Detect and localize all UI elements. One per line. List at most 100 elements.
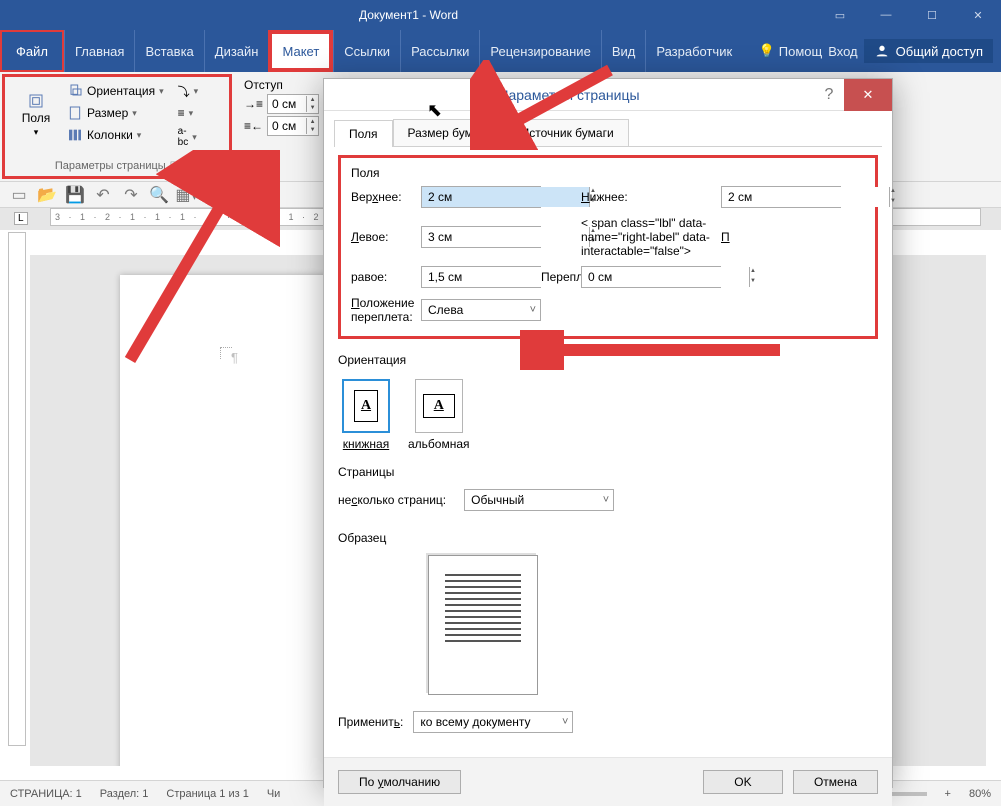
status-words[interactable]: Чи bbox=[267, 788, 280, 800]
gutter-pos-select[interactable]: Слева bbox=[421, 299, 541, 321]
vertical-ruler[interactable] bbox=[8, 232, 26, 746]
gutter-input[interactable]: ▲▼ bbox=[581, 266, 721, 288]
columns-icon bbox=[67, 127, 83, 143]
close-window-icon[interactable]: ✕ bbox=[955, 0, 1001, 30]
gutter-label: Переплет: bbox=[541, 270, 581, 284]
multiple-pages-value: Обычный bbox=[471, 493, 524, 507]
tab-review[interactable]: Рецензирование bbox=[479, 30, 600, 72]
dialog-titlebar[interactable]: Параметры страницы ? ✕ bbox=[324, 79, 892, 111]
portrait-option[interactable]: A книжная bbox=[342, 379, 390, 451]
margins-label: Поля bbox=[22, 111, 51, 125]
ok-button[interactable]: OK bbox=[703, 770, 783, 794]
table-icon[interactable]: ▦▾ bbox=[178, 186, 196, 204]
indent-right-input[interactable]: ▲▼ bbox=[267, 116, 319, 136]
tab-references[interactable]: Ссылки bbox=[333, 30, 400, 72]
page-setup-label: Параметры страницы bbox=[55, 160, 166, 172]
landscape-label: альбомная bbox=[408, 437, 470, 451]
indent-left-icon: →≡ bbox=[244, 97, 263, 111]
sign-in[interactable]: Вход bbox=[828, 44, 857, 59]
hyphenation-icon: a-bc bbox=[178, 126, 189, 148]
cursor-icon: ⬉ bbox=[427, 100, 442, 121]
tab-home[interactable]: Главная bbox=[64, 30, 134, 72]
picture-icon[interactable]: 🖼 bbox=[206, 186, 224, 204]
gutter-pos-value: Слева bbox=[428, 303, 463, 317]
breaks-button[interactable]: ⤵ bbox=[174, 81, 203, 102]
zoom-in[interactable]: + bbox=[945, 788, 951, 800]
tab-design[interactable]: Дизайн bbox=[204, 30, 269, 72]
file-tab[interactable]: Файл bbox=[0, 30, 64, 72]
zoom-level[interactable]: 80% bbox=[969, 788, 991, 800]
indent-label: Отступ bbox=[244, 78, 319, 92]
open-icon[interactable]: 📂 bbox=[38, 186, 56, 204]
indent-left-input[interactable]: ▲▼ bbox=[267, 94, 319, 114]
bottom-input[interactable]: ▲▼ bbox=[721, 186, 841, 208]
margins-button[interactable]: Поля▾ bbox=[11, 81, 61, 150]
tab-selector[interactable]: L bbox=[14, 212, 28, 225]
dialog-close-button[interactable]: ✕ bbox=[844, 79, 892, 111]
redo-icon[interactable]: ↷ bbox=[122, 186, 140, 204]
gutter-pos-label: Положение переплета: bbox=[351, 296, 421, 324]
apply-value: ко всему документу bbox=[420, 715, 530, 729]
size-icon bbox=[67, 105, 83, 121]
page-setup-launcher[interactable]: ◲ bbox=[170, 160, 179, 172]
page-setup-group: Поля▾ Ориентация Размер Колонки ⤵ ≡ bbox=[2, 74, 232, 179]
orientation-label: Ориентация bbox=[87, 84, 155, 98]
apply-select[interactable]: ко всему документу bbox=[413, 711, 573, 733]
new-doc-icon[interactable]: ▭ bbox=[10, 186, 28, 204]
portrait-label: книжная bbox=[343, 437, 389, 451]
page-setup-dialog: Параметры страницы ? ✕ Поля Размер бумаг… bbox=[323, 78, 893, 788]
top-input[interactable]: ▲▼ bbox=[421, 186, 541, 208]
tab-fields[interactable]: Поля bbox=[334, 120, 393, 147]
tab-layout[interactable]: Макет bbox=[268, 30, 333, 72]
status-page[interactable]: СТРАНИЦА: 1 bbox=[10, 788, 82, 800]
dialog-help-icon[interactable]: ? bbox=[814, 86, 844, 104]
minimize-icon[interactable]: — bbox=[863, 0, 909, 30]
undo-icon[interactable]: ↶ bbox=[94, 186, 112, 204]
multiple-pages-select[interactable]: Обычный bbox=[464, 489, 614, 511]
line-numbers-button[interactable]: ≡ bbox=[174, 104, 203, 122]
margins-legend: Поля bbox=[351, 166, 865, 180]
orientation-section-label: Ориентация bbox=[338, 353, 878, 367]
apply-label: Применить: bbox=[338, 715, 403, 729]
tab-paper-source[interactable]: Источник бумаги bbox=[506, 119, 629, 146]
line-numbers-icon: ≡ bbox=[178, 106, 185, 120]
status-page-of[interactable]: Страница 1 из 1 bbox=[166, 788, 248, 800]
portrait-icon: A bbox=[354, 390, 378, 422]
indent-group: Отступ →≡ ▲▼ ≡← ▲▼ bbox=[234, 72, 329, 181]
columns-label: Колонки bbox=[87, 128, 133, 142]
status-section[interactable]: Раздел: 1 bbox=[100, 788, 149, 800]
tab-mailings[interactable]: Рассылки bbox=[400, 30, 479, 72]
tell-me-label: Помощ bbox=[779, 44, 822, 59]
orientation-icon bbox=[67, 83, 83, 99]
bottom-label: Нижнее: bbox=[581, 190, 721, 204]
tab-developer[interactable]: Разработчик bbox=[645, 30, 742, 72]
hyphenation-button[interactable]: a-bc bbox=[174, 124, 203, 150]
columns-button[interactable]: Колонки bbox=[63, 125, 168, 145]
share-button[interactable]: Общий доступ bbox=[864, 39, 993, 63]
margins-fieldset: Поля Верхнее: ▲▼ Нижнее: ▲▼ Левое: ▲▼ < … bbox=[338, 155, 878, 339]
dialog-title: Параметры страницы bbox=[324, 87, 814, 103]
preview-icon[interactable]: 🔍 bbox=[150, 186, 168, 204]
window-title: Документ1 - Word bbox=[0, 8, 817, 22]
cancel-button[interactable]: Отмена bbox=[793, 770, 878, 794]
paragraph-mark: ¶ bbox=[231, 350, 238, 365]
save-icon[interactable]: 💾 bbox=[66, 186, 84, 204]
dialog-tabs: Поля Размер бумаги Источник бумаги bbox=[334, 119, 882, 147]
size-button[interactable]: Размер bbox=[63, 103, 168, 123]
indent-right-icon: ≡← bbox=[244, 119, 263, 133]
breaks-icon: ⤵ bbox=[178, 83, 190, 100]
default-button[interactable]: По умолчанию bbox=[338, 770, 461, 794]
right-input[interactable]: ▲▼ bbox=[421, 266, 541, 288]
multiple-pages-label: несколько страниц: bbox=[338, 493, 446, 507]
ribbon-options-icon[interactable]: ▭ bbox=[817, 0, 863, 30]
orientation-button[interactable]: Ориентация bbox=[63, 81, 168, 101]
landscape-option[interactable]: A альбомная bbox=[408, 379, 470, 451]
tab-paper-size[interactable]: Размер бумаги bbox=[393, 119, 506, 146]
maximize-icon[interactable]: ☐ bbox=[909, 0, 955, 30]
tell-me[interactable]: 💡 Помощ bbox=[759, 43, 823, 59]
top-label: Верхнее: bbox=[351, 190, 421, 204]
left-input[interactable]: ▲▼ bbox=[421, 226, 541, 248]
tab-view[interactable]: Вид bbox=[601, 30, 646, 72]
tab-insert[interactable]: Вставка bbox=[134, 30, 203, 72]
share-label: Общий доступ bbox=[896, 44, 983, 59]
